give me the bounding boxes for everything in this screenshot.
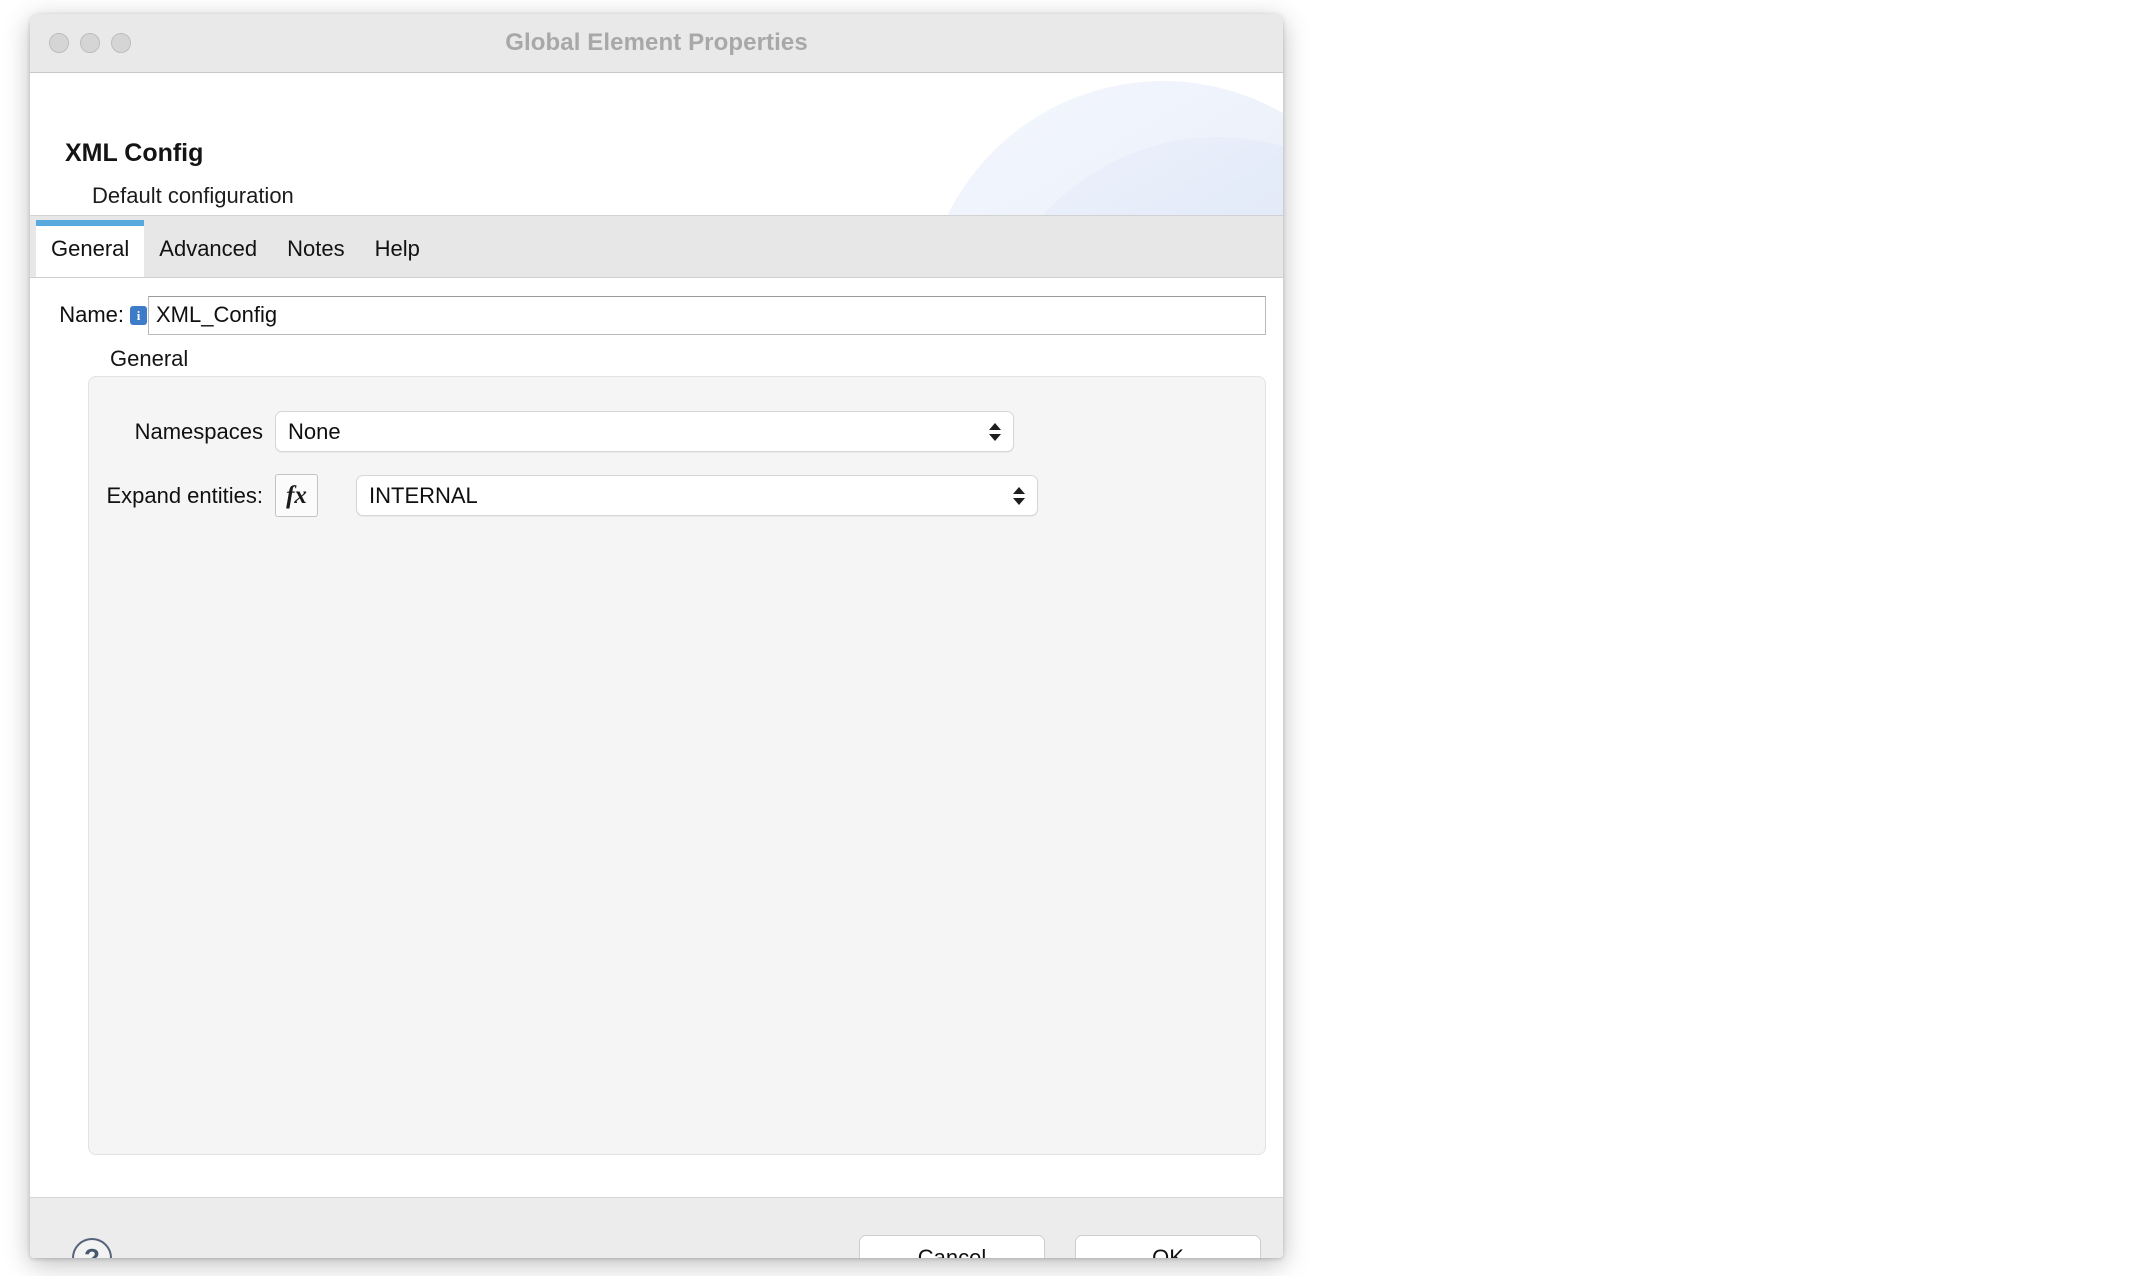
group-title-general: General [110, 346, 189, 371]
expand-entities-label: Expand entities: [106, 482, 263, 508]
chevron-updown-icon [988, 420, 1002, 444]
tab-notes[interactable]: Notes [272, 220, 359, 277]
screen: Global Element Properties XML Config Def… [0, 0, 2142, 1276]
page-subtitle: Default configuration [92, 183, 294, 208]
general-group-panel: Namespaces None Expand entities: fx INTE… [88, 376, 1266, 1155]
zoom-button-icon[interactable] [111, 33, 131, 53]
name-input[interactable] [148, 295, 1266, 335]
window-titlebar: Global Element Properties [30, 14, 1283, 73]
namespaces-label: Namespaces [134, 418, 263, 444]
expand-entities-select-value: INTERNAL [369, 482, 478, 508]
info-icon[interactable]: i [130, 305, 147, 325]
expand-entities-field-row: Expand entities: fx INTERNAL [89, 474, 1265, 517]
name-field-row: Name: i [30, 294, 1283, 336]
name-label: Name: [59, 302, 124, 327]
dialog-header: XML Config Default configuration [30, 73, 1283, 216]
fx-expression-button[interactable]: fx [275, 474, 318, 517]
namespaces-select[interactable]: None [275, 411, 1014, 452]
namespaces-select-value: None [288, 418, 341, 444]
tab-help[interactable]: Help [360, 220, 435, 277]
ok-button[interactable]: OK [1075, 1234, 1261, 1258]
chevron-updown-icon [1012, 484, 1026, 508]
tab-help-label: Help [374, 235, 420, 261]
tab-advanced[interactable]: Advanced [144, 220, 272, 277]
decorative-arc-inner-icon [983, 137, 1283, 215]
close-button-icon[interactable] [49, 33, 69, 53]
traffic-light-group [49, 33, 131, 53]
help-icon[interactable]: ? [72, 1237, 112, 1258]
expand-entities-select[interactable]: INTERNAL [356, 475, 1038, 516]
tab-bar: General Advanced Notes Help [30, 216, 1283, 278]
minimize-button-icon[interactable] [80, 33, 100, 53]
tab-advanced-label: Advanced [159, 235, 258, 261]
cancel-button[interactable]: Cancel [859, 1234, 1045, 1258]
dialog-window: Global Element Properties XML Config Def… [30, 14, 1283, 1258]
page-title: XML Config [65, 139, 204, 167]
dialog-footer: ? Cancel OK [30, 1197, 1283, 1258]
header-decoration [863, 73, 1283, 215]
tab-panel-general: Name: i General Namespaces None [30, 278, 1283, 1197]
decorative-arc-outer-icon [923, 81, 1283, 215]
window-title: Global Element Properties [505, 29, 808, 56]
namespaces-field-row: Namespaces None [89, 411, 1265, 452]
tab-notes-label: Notes [287, 235, 345, 261]
tab-general[interactable]: General [36, 220, 145, 277]
tab-general-label: General [51, 235, 130, 261]
